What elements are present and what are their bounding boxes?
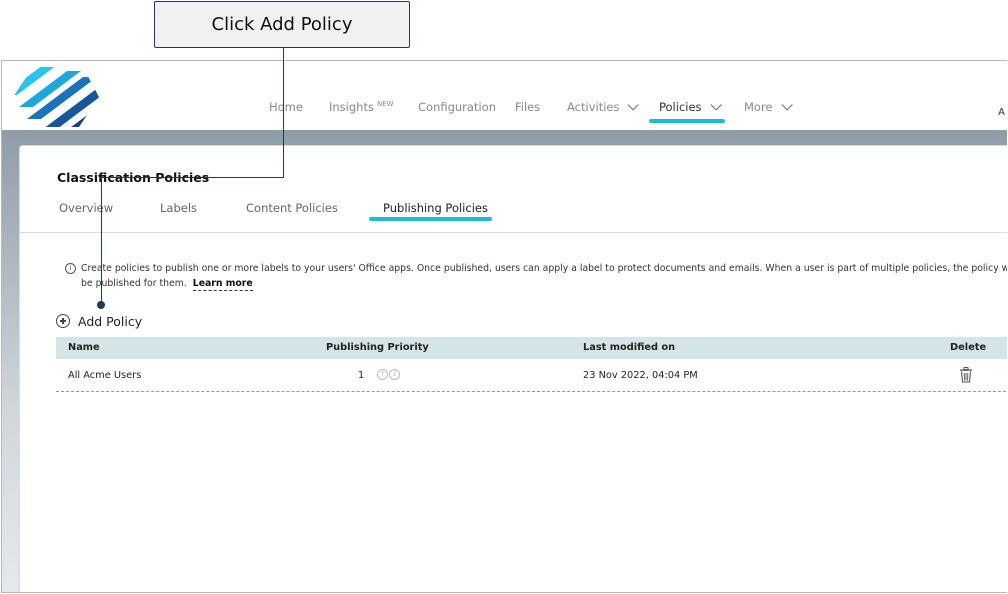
policy-modified: 23 Nov 2022, 04:04 PM [583,370,698,381]
main-nav: Home Insights NEW Configuration Files Act… [2,99,1007,120]
nav-files[interactable]: Files [515,100,540,114]
column-header-priority[interactable]: Publishing Priority [326,342,429,353]
info-text-line2: be published for them. Learn more [81,278,253,291]
tab-overview[interactable]: Overview [59,201,113,215]
chevron-down-icon [627,99,640,111]
priority-controls: ↑ ↓ [377,368,401,380]
chevron-down-icon [710,99,722,111]
info-icon: i [65,263,76,274]
nav-configuration[interactable]: Configuration [418,100,496,114]
tab-publishing-policies[interactable]: Publishing Policies [383,201,488,215]
column-header-delete: Delete [950,342,987,353]
plus-circle-icon [56,314,70,328]
content-card: Classification Policies Overview Labels … [19,145,1007,592]
nav-policies[interactable]: Policies [659,99,722,114]
learn-more-link[interactable]: Learn more [192,278,253,291]
nav-activities[interactable]: Activities [567,99,640,114]
user-menu-label[interactable]: A [998,107,1005,118]
arrow-down-icon[interactable]: ↓ [389,369,400,380]
nav-insights[interactable]: Insights NEW [329,100,394,114]
policy-priority: 1 [358,370,365,381]
chevron-down-icon [780,99,793,111]
policy-name[interactable]: All Acme Users [68,370,141,381]
active-nav-indicator [649,119,725,123]
new-badge: NEW [376,100,394,109]
column-header-name[interactable]: Name [68,342,100,353]
table-header: Name Publishing Priority Last modified o… [56,337,1007,359]
callout-text: Click Add Policy [211,14,353,35]
top-navigation-bar: Home Insights NEW Configuration Files Act… [2,61,1007,130]
callout-connector [283,48,284,178]
callout-connector [101,177,284,178]
add-policy-button[interactable]: Add Policy [56,311,142,331]
trash-icon[interactable] [959,367,973,383]
column-header-modified[interactable]: Last modified on [583,342,675,353]
instruction-callout: Click Add Policy [154,1,410,48]
tabs-divider [20,232,1007,233]
table-row[interactable]: All Acme Users 1 ↑ ↓ 23 Nov 2022, 04:04 P… [56,359,1007,392]
app-window: Home Insights NEW Configuration Files Act… [1,60,1007,593]
nav-home[interactable]: Home [269,100,303,114]
active-tab-indicator [369,217,492,221]
tab-labels[interactable]: Labels [160,201,197,215]
policy-tabs: Overview Labels Content Policies Publish… [20,201,1007,221]
info-text-line1: Create policies to publish one or more l… [81,263,1007,274]
add-policy-label: Add Policy [78,313,143,329]
tab-content-policies[interactable]: Content Policies [246,201,338,215]
callout-pointer-dot [97,301,105,309]
callout-connector [101,177,102,305]
arrow-up-icon[interactable]: ↑ [377,369,388,380]
policies-table: Name Publishing Priority Last modified o… [56,337,1007,392]
nav-more[interactable]: More [744,99,793,114]
